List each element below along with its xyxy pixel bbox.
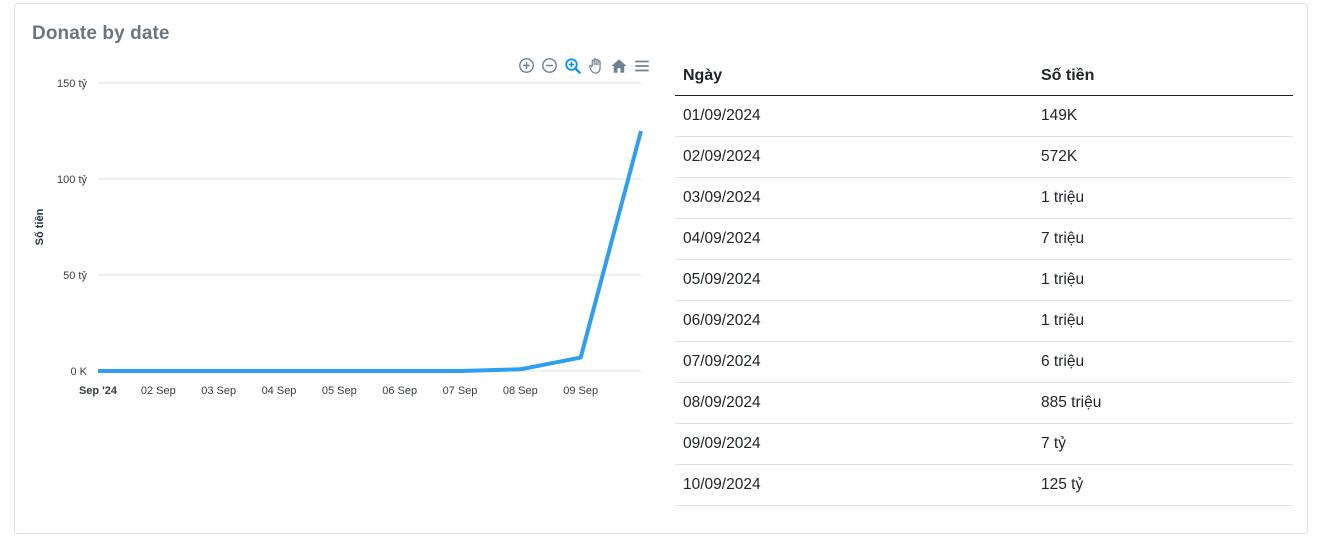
y-tick-label: 150 tỷ xyxy=(57,78,87,90)
date-cell: 07/09/2024 xyxy=(675,341,1033,383)
date-cell: 03/09/2024 xyxy=(675,177,1033,219)
y-tick-label: 0 K xyxy=(70,366,87,378)
line-chart: 0 K 50 tỷ 100 tỷ 150 tỷ Sep '24 02 Sep 03 Sep 0… xyxy=(34,64,655,424)
table-row: 07/09/2024 6 triệu xyxy=(675,341,1293,383)
amount-cell: 125 tỷ xyxy=(1033,464,1293,506)
y-tick-label: 50 tỷ xyxy=(63,270,87,282)
x-tick-label: 07 Sep xyxy=(443,385,478,397)
x-tick-label: Sep '24 xyxy=(79,385,118,397)
y-axis-title: Số tiền xyxy=(34,208,46,245)
y-tick-label: 100 tỷ xyxy=(57,174,87,186)
date-cell: 08/09/2024 xyxy=(675,382,1033,424)
column-header-date: Ngày xyxy=(675,57,1033,96)
date-cell: 06/09/2024 xyxy=(675,300,1033,342)
amount-cell: 149K xyxy=(1033,95,1293,137)
card-title: Donate by date xyxy=(32,23,170,44)
series-line xyxy=(97,130,643,373)
x-tick-label: 05 Sep xyxy=(322,385,357,397)
amount-cell: 572K xyxy=(1033,136,1293,178)
amount-cell: 1 triệu xyxy=(1033,259,1293,301)
donation-table-container: Ngày Số tiền 01/09/2024 149K 02/09/2024 57… xyxy=(675,57,1293,506)
amount-cell: 1 triệu xyxy=(1033,177,1293,219)
table-row: 08/09/2024 885 triệu xyxy=(675,382,1293,424)
table-row: 03/09/2024 1 triệu xyxy=(675,177,1293,219)
x-tick-label: 08 Sep xyxy=(503,385,538,397)
x-tick-label: 04 Sep xyxy=(262,385,297,397)
x-tick-label: 02 Sep xyxy=(141,385,176,397)
column-header-amount: Số tiền xyxy=(1033,57,1293,96)
x-tick-label: 03 Sep xyxy=(201,385,236,397)
x-tick-label: 06 Sep xyxy=(382,385,417,397)
amount-cell: 885 triệu xyxy=(1033,382,1293,424)
table-header-row: Ngày Số tiền xyxy=(675,57,1293,96)
chart-svg: 0 K 50 tỷ 100 tỷ 150 tỷ Sep '24 02 Sep 03 Sep 0… xyxy=(34,78,643,397)
table-row: 05/09/2024 1 triệu xyxy=(675,259,1293,301)
date-cell: 01/09/2024 xyxy=(675,95,1033,137)
donation-table: Ngày Số tiền 01/09/2024 149K 02/09/2024 57… xyxy=(675,57,1293,506)
table-row: 01/09/2024 149K xyxy=(675,95,1293,137)
date-cell: 10/09/2024 xyxy=(675,464,1033,506)
amount-cell: 7 triệu xyxy=(1033,218,1293,260)
table-row: 10/09/2024 125 tỷ xyxy=(675,464,1293,506)
date-cell: 09/09/2024 xyxy=(675,423,1033,465)
table-row: 06/09/2024 1 triệu xyxy=(675,300,1293,342)
table-row: 09/09/2024 7 tỷ xyxy=(675,423,1293,465)
donate-card: Donate by date 0 K 50 tỷ 100 tỷ 150 tỷ Sep '… xyxy=(14,3,1308,534)
date-cell: 05/09/2024 xyxy=(675,259,1033,301)
amount-cell: 7 tỷ xyxy=(1033,423,1293,465)
date-cell: 04/09/2024 xyxy=(675,218,1033,260)
x-tick-label: 09 Sep xyxy=(563,385,598,397)
table-row: 02/09/2024 572K xyxy=(675,136,1293,178)
table-row: 04/09/2024 7 triệu xyxy=(675,218,1293,260)
date-cell: 02/09/2024 xyxy=(675,136,1033,178)
amount-cell: 1 triệu xyxy=(1033,300,1293,342)
amount-cell: 6 triệu xyxy=(1033,341,1293,383)
